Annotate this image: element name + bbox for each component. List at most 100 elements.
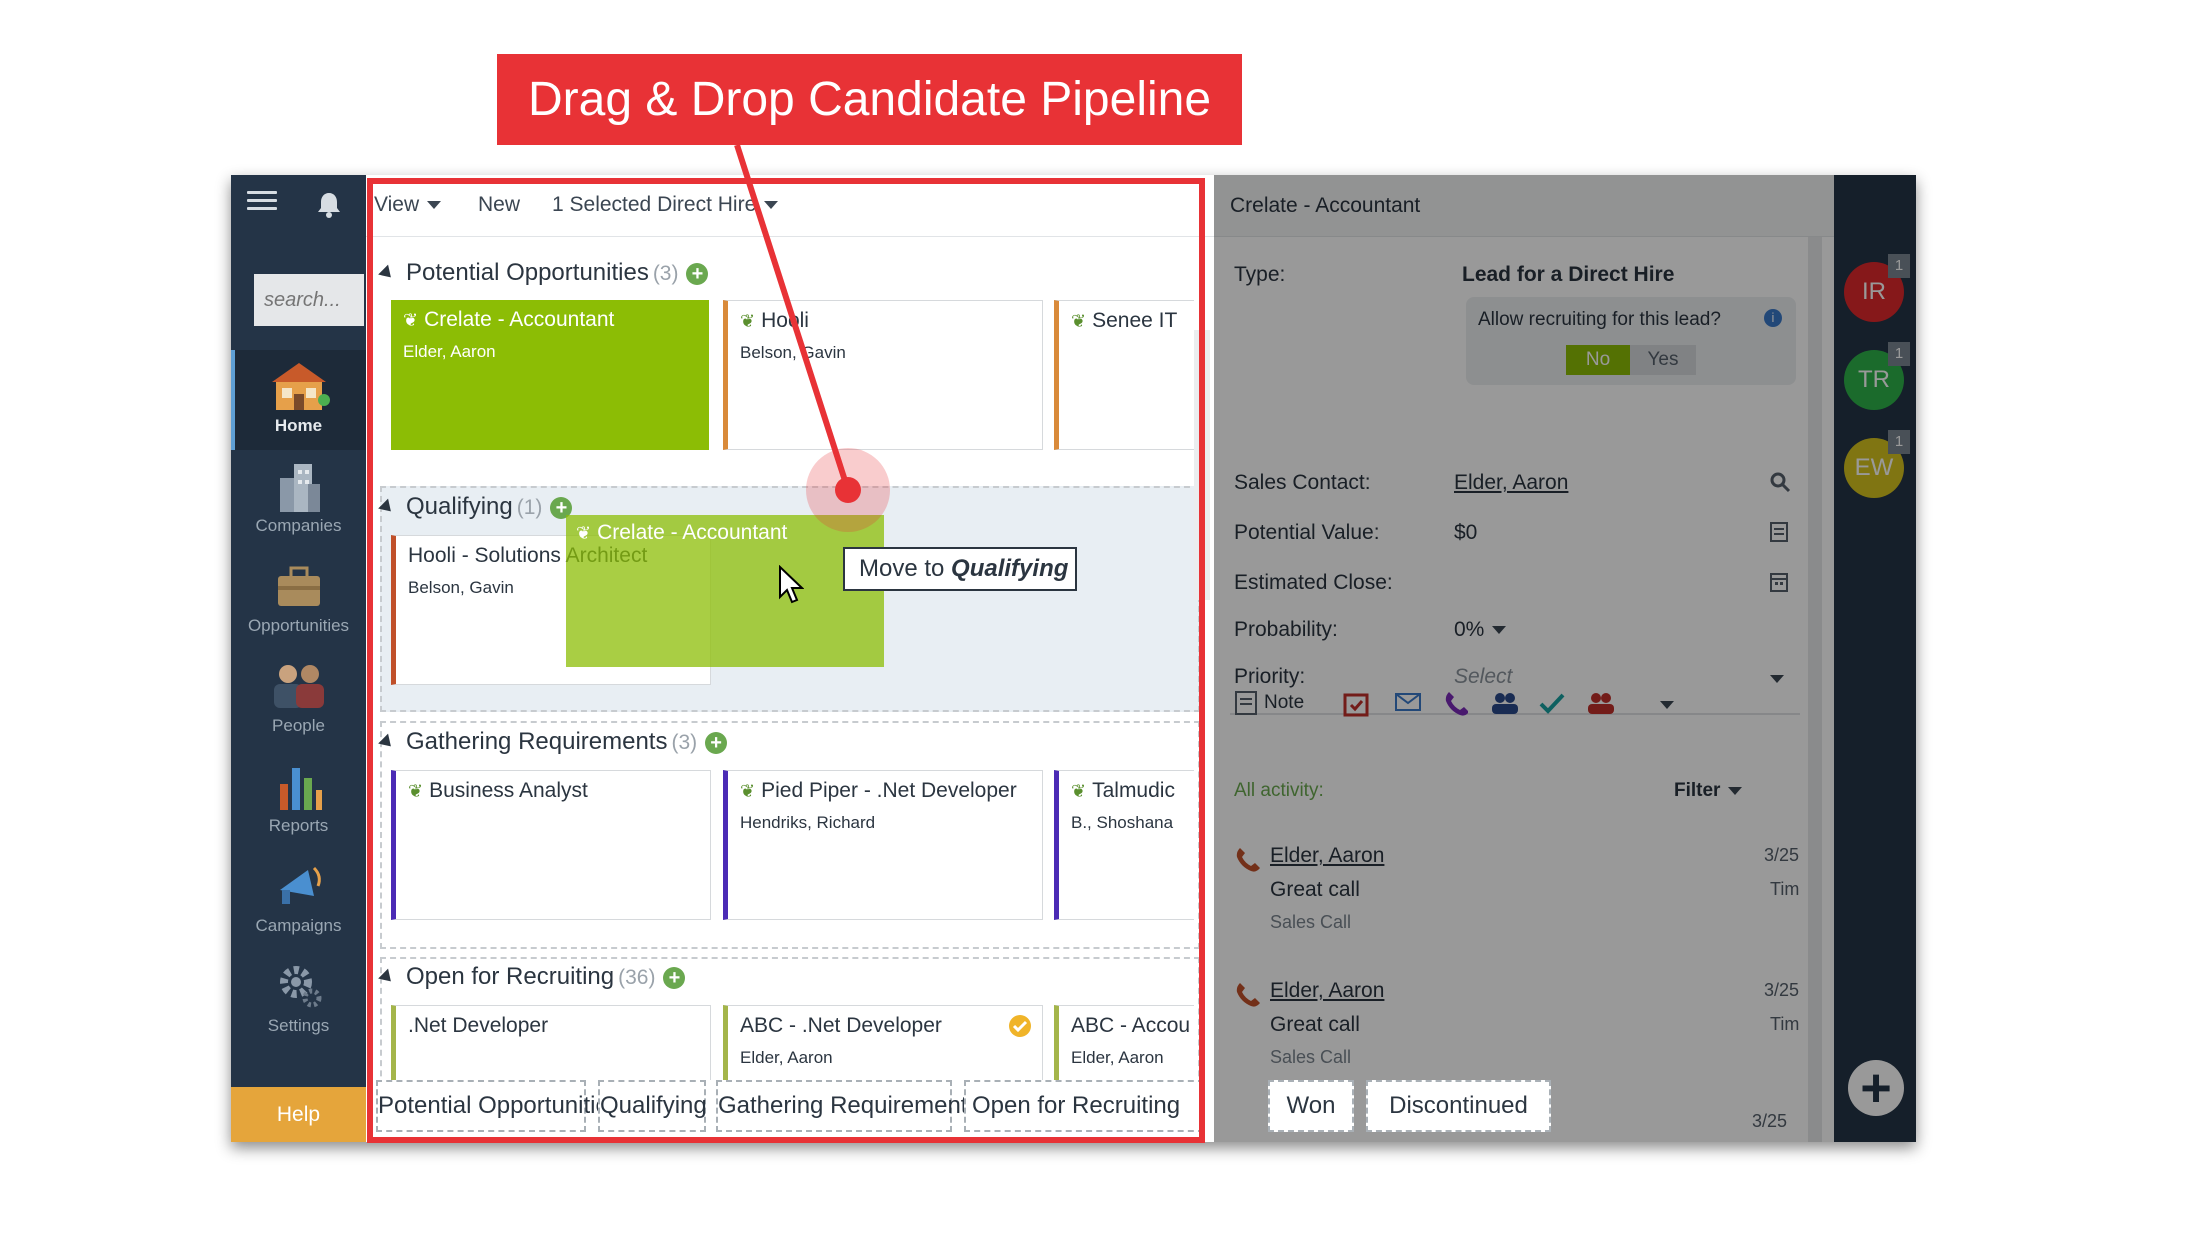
stage-count: (3) (671, 731, 698, 754)
card-title: Crelate - Accountant (424, 308, 615, 331)
stagebar-discontinued[interactable]: Discontinued (1366, 1080, 1551, 1132)
activity-date: 3/25 (1752, 1111, 1788, 1131)
calendar-icon[interactable] (1769, 571, 1789, 593)
card-title: Pied Piper - .Net Developer (761, 779, 1017, 802)
email-icon[interactable] (1394, 690, 1422, 714)
view-dropdown[interactable]: View (374, 193, 442, 217)
nav-item-settings[interactable]: Settings (231, 950, 366, 1050)
stagebar-won[interactable]: Won (1268, 1080, 1354, 1132)
add-card-icon[interactable]: + (663, 966, 686, 989)
card-title: Business Analyst (429, 779, 588, 802)
help-button[interactable]: Help (231, 1087, 366, 1142)
contacts-icon[interactable] (1586, 690, 1616, 716)
meeting-icon[interactable] (1490, 690, 1520, 716)
bell-icon[interactable] (314, 190, 344, 220)
add-card-icon[interactable]: + (686, 262, 709, 285)
stagebar-qualifying[interactable]: Qualifying (598, 1080, 707, 1132)
calendar-check-icon[interactable] (1342, 690, 1370, 718)
info-icon[interactable]: i (1764, 309, 1782, 327)
priority-select[interactable]: Select (1454, 665, 1784, 689)
sprout-icon: ❦ (740, 311, 756, 331)
avatar[interactable]: EW 1 (1844, 430, 1910, 498)
activity-contact-link[interactable]: Elder, Aaron (1270, 979, 1384, 1003)
activity-date: 3/25 (1764, 980, 1800, 1000)
nav-label: Companies (255, 516, 342, 535)
add-icon[interactable]: + (1848, 1060, 1904, 1116)
stage-name: Qualifying (406, 493, 513, 520)
yes-toggle[interactable]: Yes (1630, 345, 1696, 375)
caret-down-icon (1728, 786, 1743, 795)
stage-header-open-for-recruiting[interactable]: Open for Recruiting (36) + (378, 963, 686, 991)
potential-value[interactable]: $0 (1454, 521, 1477, 545)
add-card-icon[interactable]: + (705, 731, 728, 754)
nav-item-home[interactable]: Home (231, 350, 366, 450)
nav-item-people[interactable]: People (231, 650, 366, 750)
dragged-card[interactable]: ❦ Crelate - Accountant (566, 515, 884, 667)
card-title: Talmudic (1092, 779, 1175, 802)
stagebar-open-for-recruiting[interactable]: Open for Recruiting (964, 1080, 1204, 1132)
board-scrollbar[interactable] (1194, 330, 1210, 600)
home-icon (271, 363, 330, 410)
people-icon (273, 665, 324, 708)
right-rail: IR 1 TR 1 EW 1 + (1834, 175, 1916, 1142)
checkmark-icon[interactable] (1538, 690, 1566, 716)
avatar[interactable]: IR 1 (1844, 254, 1910, 322)
sprout-icon: ❦ (576, 523, 592, 543)
pipeline-card[interactable]: ❦ Talmudic B., Shoshana (1054, 770, 1194, 920)
phone-icon[interactable] (1444, 690, 1468, 716)
caret-down-icon (1770, 675, 1784, 683)
filter-dropdown[interactable]: Filter (1674, 780, 1743, 802)
collapse-triangle-icon[interactable] (378, 264, 396, 283)
sprout-icon: ❦ (740, 781, 756, 801)
stage-header-qualifying[interactable]: Qualifying (1) + (378, 493, 573, 521)
drop-tooltip: Move to Qualifying (843, 547, 1077, 591)
collapse-triangle-icon[interactable] (378, 968, 396, 987)
stage-header-gathering-requirements[interactable]: Gathering Requirements (3) + (378, 728, 728, 756)
selection-label: 1 Selected Direct Hire (552, 193, 757, 216)
activity-contact-link[interactable]: Elder, Aaron (1270, 844, 1384, 868)
nav-item-opportunities[interactable]: Opportunities (231, 550, 366, 650)
avatar-initials: TR (1858, 366, 1890, 393)
nav-label: Settings (267, 1016, 330, 1035)
sprout-icon: ❦ (1071, 311, 1087, 331)
search-input[interactable] (254, 274, 364, 326)
nav-item-reports[interactable]: Reports (231, 750, 366, 850)
stagebar-gathering-requirements[interactable]: Gathering Requirements (716, 1080, 979, 1132)
megaphone-icon (279, 866, 321, 904)
avatar[interactable]: TR 1 (1844, 342, 1910, 410)
note-icon[interactable] (1234, 690, 1258, 716)
gear-icon (279, 966, 321, 1008)
stagebar-potential-opportunities[interactable]: Potential Opportunities (376, 1080, 621, 1132)
nav-item-companies[interactable]: Companies (231, 450, 366, 550)
sales-contact-link[interactable]: Elder, Aaron (1454, 471, 1568, 495)
note-button[interactable]: Note (1264, 692, 1304, 714)
pipeline-card[interactable]: ❦ Crelate - Accountant Elder, Aaron (391, 300, 709, 450)
nav-label: Campaigns (255, 916, 342, 935)
collapse-triangle-icon[interactable] (378, 733, 396, 752)
probability-value: 0% (1454, 618, 1485, 641)
hamburger-menu-icon[interactable] (247, 191, 277, 219)
pipeline-card[interactable]: ❦ Senee IT (1054, 300, 1194, 450)
stage-header-potential-opportunities[interactable]: Potential Opportunities (3) + (378, 259, 709, 287)
more-actions-caret-icon[interactable] (1660, 701, 1674, 709)
collapse-triangle-icon[interactable] (378, 498, 396, 517)
calculator-icon[interactable] (1769, 521, 1789, 543)
pipeline-card[interactable]: ❦ Business Analyst (391, 770, 711, 920)
phone-call-icon (1236, 848, 1260, 872)
new-button[interactable]: New (478, 193, 520, 217)
no-toggle[interactable]: No (1566, 345, 1630, 375)
field-label: Priority: (1234, 665, 1306, 688)
notification-badge: 1 (1888, 430, 1910, 454)
activity-desc: Great call (1270, 878, 1360, 901)
pipeline-card[interactable]: ❦ Pied Piper - .Net Developer Hendriks, R… (723, 770, 1043, 920)
screenshot-root: Home Companies Opportunities People Repo… (0, 0, 2188, 1258)
detail-scrollbar[interactable] (1808, 237, 1822, 1142)
probability-dropdown[interactable]: 0% (1454, 618, 1507, 642)
activity-owner: Tim (1770, 1014, 1800, 1034)
nav-item-campaigns[interactable]: Campaigns (231, 850, 366, 950)
search-icon[interactable] (1769, 471, 1791, 493)
selection-dropdown[interactable]: 1 Selected Direct Hire (552, 193, 779, 217)
notification-badge: 1 (1888, 254, 1910, 278)
card-subtitle: Elder, Aaron (403, 342, 496, 361)
pipeline-card[interactable]: ❦ Hooli Belson, Gavin (723, 300, 1043, 450)
